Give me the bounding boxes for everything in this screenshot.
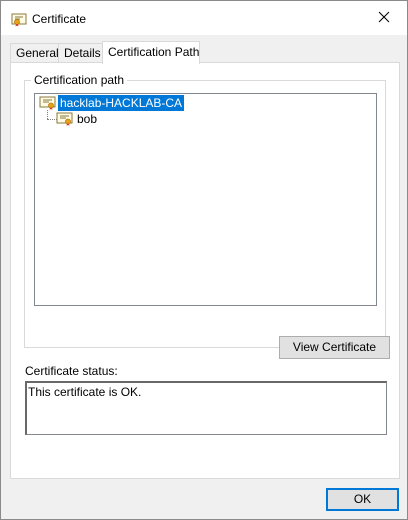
certification-path-label: Certification path: [31, 73, 128, 87]
tree-node-label: bob: [77, 112, 98, 126]
ok-button[interactable]: OK: [326, 488, 399, 511]
tab-general[interactable]: General: [10, 43, 59, 63]
tree-connector: [47, 110, 48, 119]
certificate-icon: [56, 112, 74, 126]
certification-path-tree[interactable]: hacklab-HACKLAB-CA bob: [34, 93, 377, 306]
title-bar: Certificate: [1, 1, 407, 35]
tree-node-label: hacklab-HACKLAB-CA: [58, 95, 185, 111]
tab-details[interactable]: Details: [58, 43, 103, 63]
tab-strip: General Details Certification Path: [10, 41, 400, 64]
certificate-status-box: This certificate is OK.: [25, 381, 387, 435]
close-button[interactable]: [361, 1, 407, 35]
certificate-icon: [39, 96, 57, 110]
certification-path-panel: Certification path hacklab-HACKLAB-CA bo…: [10, 62, 400, 479]
certificate-dialog: Certificate General Details Certificatio…: [0, 0, 408, 520]
close-icon: [378, 11, 390, 26]
certification-path-group: Certification path hacklab-HACKLAB-CA bo…: [24, 73, 390, 359]
certificate-icon: [11, 11, 27, 27]
view-certificate-button[interactable]: View Certificate: [279, 336, 390, 359]
certificate-status-label: Certificate status:: [25, 364, 118, 378]
tab-certification-path[interactable]: Certification Path: [102, 41, 200, 64]
window-title: Certificate: [32, 12, 87, 26]
